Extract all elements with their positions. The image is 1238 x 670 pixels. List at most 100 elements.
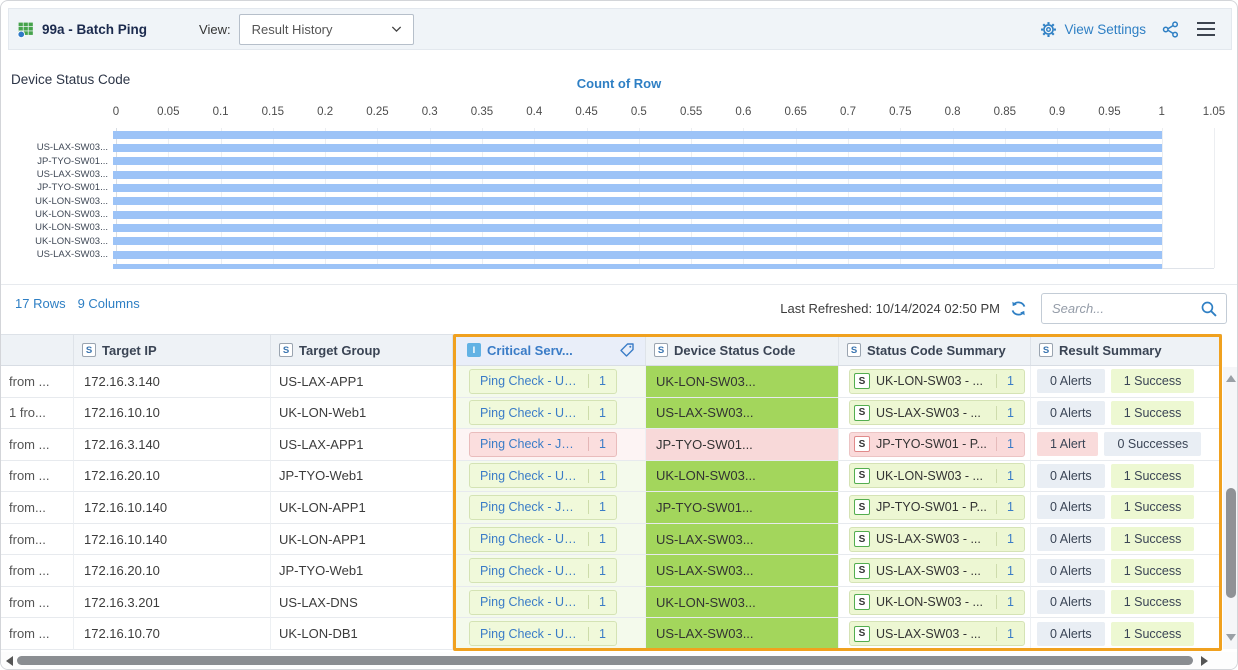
chart-bar[interactable] <box>113 211 1162 219</box>
status-type-icon: S <box>854 594 870 610</box>
horizontal-scrollbar-thumb[interactable] <box>17 656 1193 665</box>
x-tick-label: 0.65 <box>785 106 807 118</box>
chart-bar[interactable] <box>113 237 1162 245</box>
table-row[interactable]: from ... 172.16.10.70 UK-LON-DB1 Ping Ch… <box>1 618 1222 650</box>
target-group-value: US-LAX-APP1 <box>279 374 364 389</box>
device-status-cell: US-LAX-SW03... <box>646 524 839 556</box>
scroll-up-arrow[interactable] <box>1226 375 1236 382</box>
scroll-right-arrow[interactable] <box>1201 656 1208 666</box>
table-row[interactable]: 1 fro... 172.16.10.10 UK-LON-Web1 Ping C… <box>1 398 1222 430</box>
status-summary-badge: S UK-LON-SW03 - ... 1 <box>849 590 1025 615</box>
successes-badge: 1 Success <box>1111 369 1195 393</box>
column-header-status-code-summary[interactable]: S Status Code Summary <box>839 335 1031 365</box>
target-group-value: US-LAX-APP1 <box>279 437 364 452</box>
tag-icon[interactable] <box>619 342 635 358</box>
view-label: View: <box>199 22 231 37</box>
device-status-cell: US-LAX-SW03... <box>646 618 839 650</box>
batch-ping-dashboard: 99a - Batch Ping View: Result History <box>0 0 1238 670</box>
successes-badge: 1 Success <box>1111 527 1195 551</box>
chart-bar[interactable] <box>113 264 1162 269</box>
horizontal-scrollbar[interactable] <box>1 652 1238 669</box>
target-ip-value: 172.16.10.10 <box>84 405 160 420</box>
vertical-scrollbar[interactable] <box>1223 367 1238 649</box>
device-status-value: US-LAX-SW03... <box>656 626 754 641</box>
status-summary-count: 1 <box>996 374 1024 388</box>
gear-icon <box>1040 21 1057 38</box>
view-select[interactable]: Result History <box>239 14 414 45</box>
chart-bar[interactable] <box>113 197 1162 205</box>
chart-bar[interactable] <box>113 157 1162 165</box>
last-refreshed-label: Last Refreshed: 10/14/2024 02:50 PM <box>780 301 1000 316</box>
device-status-cell: UK-LON-SW03... <box>646 461 839 493</box>
view-settings-button[interactable]: View Settings <box>1040 21 1146 38</box>
table-row[interactable]: from... 172.16.10.140 UK-LON-APP1 Ping C… <box>1 524 1222 556</box>
alerts-badge: 0 Alerts <box>1037 495 1105 519</box>
column-header-result-summary[interactable]: S Result Summary <box>1031 335 1222 365</box>
vertical-scrollbar-thumb[interactable] <box>1226 488 1236 598</box>
column-count: 9 Columns <box>78 296 140 311</box>
scroll-left-arrow[interactable] <box>6 656 13 666</box>
successes-badge: 1 Success <box>1111 401 1195 425</box>
row-prefix: from ... <box>9 563 49 578</box>
search-icon[interactable] <box>1200 300 1218 318</box>
column-header-device-status-code[interactable]: S Device Status Code <box>646 335 839 365</box>
table-row[interactable]: from ... 172.16.3.140 US-LAX-APP1 Ping C… <box>1 366 1222 398</box>
critical-service-cell: Ping Check - JP-... 1 <box>453 429 646 461</box>
status-summary-badge: S US-LAX-SW03 - ... 1 <box>849 621 1025 646</box>
chart-bar[interactable] <box>113 184 1162 192</box>
chevron-down-icon <box>390 24 403 34</box>
x-tick-label: 0.95 <box>1098 106 1120 118</box>
status-summary-badge: S US-LAX-SW03 - ... 1 <box>849 400 1025 425</box>
y-axis-label <box>1 128 113 141</box>
status-type-icon: S <box>854 405 870 421</box>
view-group: View: Result History <box>199 14 414 45</box>
status-summary-badge: S JP-TYO-SW01 - P... 1 <box>849 432 1025 457</box>
share-icon[interactable] <box>1162 21 1179 38</box>
y-axis-label <box>1 261 113 269</box>
x-tick-label: 0.15 <box>262 106 284 118</box>
x-tick-label: 0.05 <box>157 106 179 118</box>
critical-service-cell: Ping Check - US-... 1 <box>453 398 646 430</box>
status-summary-badge: S US-LAX-SW03 - ... 1 <box>849 527 1025 552</box>
critical-service-count: 1 <box>588 437 616 451</box>
refresh-icon[interactable] <box>1010 300 1027 317</box>
critical-service-badge: Ping Check - JP-T... 1 <box>469 495 617 520</box>
chart-x-ticks: 00.050.10.150.20.250.30.350.40.450.50.55… <box>116 106 1214 122</box>
table-row[interactable]: from ... 172.16.20.10 JP-TYO-Web1 Ping C… <box>1 555 1222 587</box>
alerts-badge: 0 Alerts <box>1037 527 1105 551</box>
x-tick-label: 1.05 <box>1203 106 1225 118</box>
critical-service-label: Ping Check - UK-... <box>470 469 588 483</box>
chart-bar[interactable] <box>113 224 1162 232</box>
device-status-value: UK-LON-SW03... <box>656 595 756 610</box>
result-summary-cell: 1 Alert 0 Successes <box>1031 429 1222 461</box>
scroll-down-arrow[interactable] <box>1226 634 1236 641</box>
chart-bar[interactable] <box>113 251 1162 259</box>
chart-bar[interactable] <box>113 171 1162 179</box>
table-row[interactable]: from ... 172.16.3.140 US-LAX-APP1 Ping C… <box>1 429 1222 461</box>
column-header-critical-service[interactable]: I Critical Serv... <box>453 335 646 365</box>
table-row[interactable]: from... 172.16.10.140 UK-LON-APP1 Ping C… <box>1 492 1222 524</box>
successes-badge: 1 Success <box>1111 464 1195 488</box>
search-input[interactable] <box>1052 301 1200 316</box>
topbar-actions: View Settings <box>1040 20 1217 38</box>
critical-service-count: 1 <box>588 500 616 514</box>
table-row[interactable]: from ... 172.16.20.10 JP-TYO-Web1 Ping C… <box>1 461 1222 493</box>
status-summary-cell: S US-LAX-SW03 - ... 1 <box>839 555 1031 587</box>
status-summary-count: 1 <box>996 595 1024 609</box>
column-header-blank[interactable] <box>1 335 74 365</box>
status-summary-badge: S UK-LON-SW03 - ... 1 <box>849 369 1025 394</box>
column-header-target-group[interactable]: S Target Group <box>271 335 453 365</box>
hamburger-menu-icon[interactable] <box>1195 20 1217 38</box>
target-group-value: UK-LON-Web1 <box>279 405 366 420</box>
chart-series-label[interactable]: Count of Row <box>1 76 1237 91</box>
column-header-target-ip[interactable]: S Target IP <box>74 335 271 365</box>
alerts-badge: 0 Alerts <box>1037 401 1105 425</box>
result-summary-cell: 0 Alerts 1 Success <box>1031 461 1222 493</box>
chart-bar[interactable] <box>113 144 1162 152</box>
status-summary-count: 1 <box>996 406 1024 420</box>
critical-service-badge: Ping Check - US-... 1 <box>469 621 617 646</box>
x-tick-label: 1 <box>1159 106 1165 118</box>
chart-bar[interactable] <box>113 131 1162 139</box>
refresh-area: Last Refreshed: 10/14/2024 02:50 PM <box>771 293 1027 324</box>
table-row[interactable]: from ... 172.16.3.201 US-LAX-DNS Ping Ch… <box>1 587 1222 619</box>
